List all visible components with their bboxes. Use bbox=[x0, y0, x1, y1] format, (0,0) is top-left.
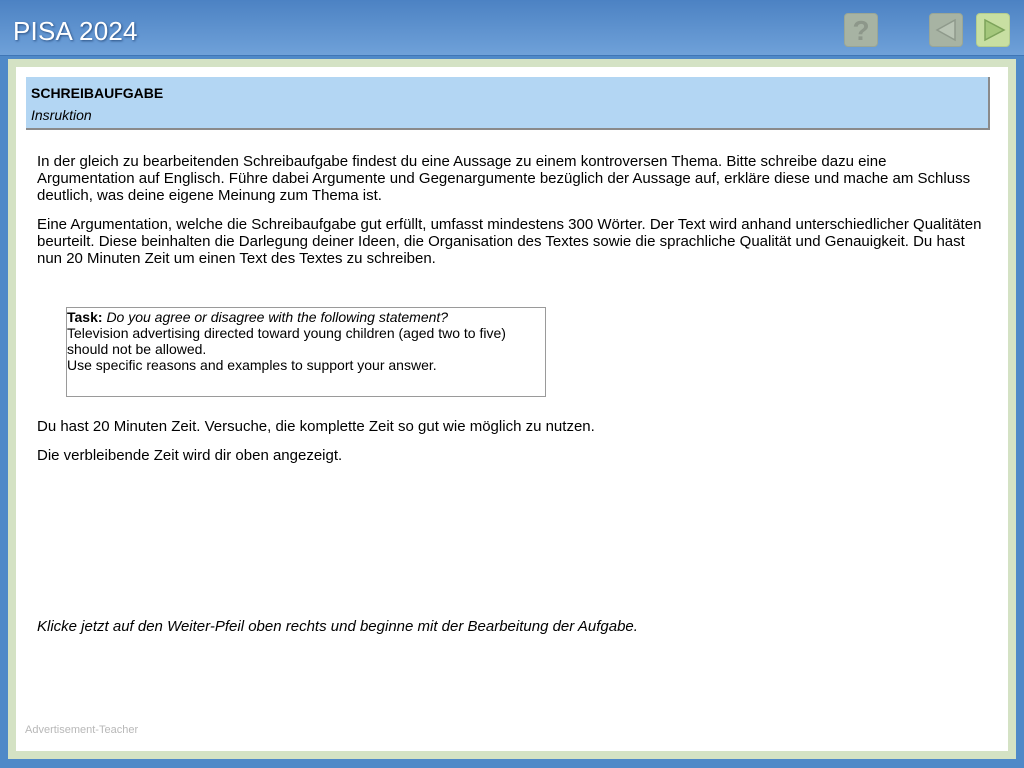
question-mark-icon: ? bbox=[852, 15, 869, 46]
task-box: Task: Do you agree or disagree with the … bbox=[66, 307, 546, 397]
time-notice: Du hast 20 Minuten Zeit. Versuche, die k… bbox=[37, 418, 595, 435]
help-button[interactable]: ? bbox=[844, 13, 878, 47]
svg-text:?: ? bbox=[852, 15, 869, 46]
task-label: Task: bbox=[67, 309, 103, 325]
task-instruction: Use specific reasons and examples to sup… bbox=[67, 357, 437, 373]
instruction-paragraph-2: Eine Argumentation, welche die Schreibau… bbox=[37, 216, 982, 267]
footer-label: Advertisement-Teacher bbox=[25, 724, 139, 736]
section-title: SCHREIBAUFGABE bbox=[31, 85, 164, 101]
content-panel: SCHREIBAUFGABE Insruktion In der gleich … bbox=[16, 67, 1008, 751]
arrow-left-icon bbox=[935, 18, 956, 42]
app-title: PISA 2024 bbox=[13, 16, 138, 46]
top-bar: PISA 2024 ? bbox=[0, 0, 1024, 56]
arrow-right-icon bbox=[984, 18, 1006, 42]
section-subtitle: Insruktion bbox=[31, 107, 92, 123]
task-statement-line-1: Television advertising directed toward y… bbox=[67, 325, 506, 341]
next-button[interactable] bbox=[976, 13, 1010, 47]
instruction-paragraph-1: In der gleich zu bearbeitenden Schreibau… bbox=[37, 153, 971, 204]
closing-instruction: Klicke jetzt auf den Weiter-Pfeil oben r… bbox=[37, 618, 638, 635]
timer-hint: Die verbleibende Zeit wird dir oben ange… bbox=[37, 447, 343, 464]
section-header: SCHREIBAUFGABE Insruktion bbox=[26, 77, 990, 130]
task-statement-line-2: should not be allowed. bbox=[67, 341, 207, 357]
task-question: Do you agree or disagree with the follow… bbox=[106, 309, 449, 325]
back-button[interactable] bbox=[929, 13, 963, 47]
